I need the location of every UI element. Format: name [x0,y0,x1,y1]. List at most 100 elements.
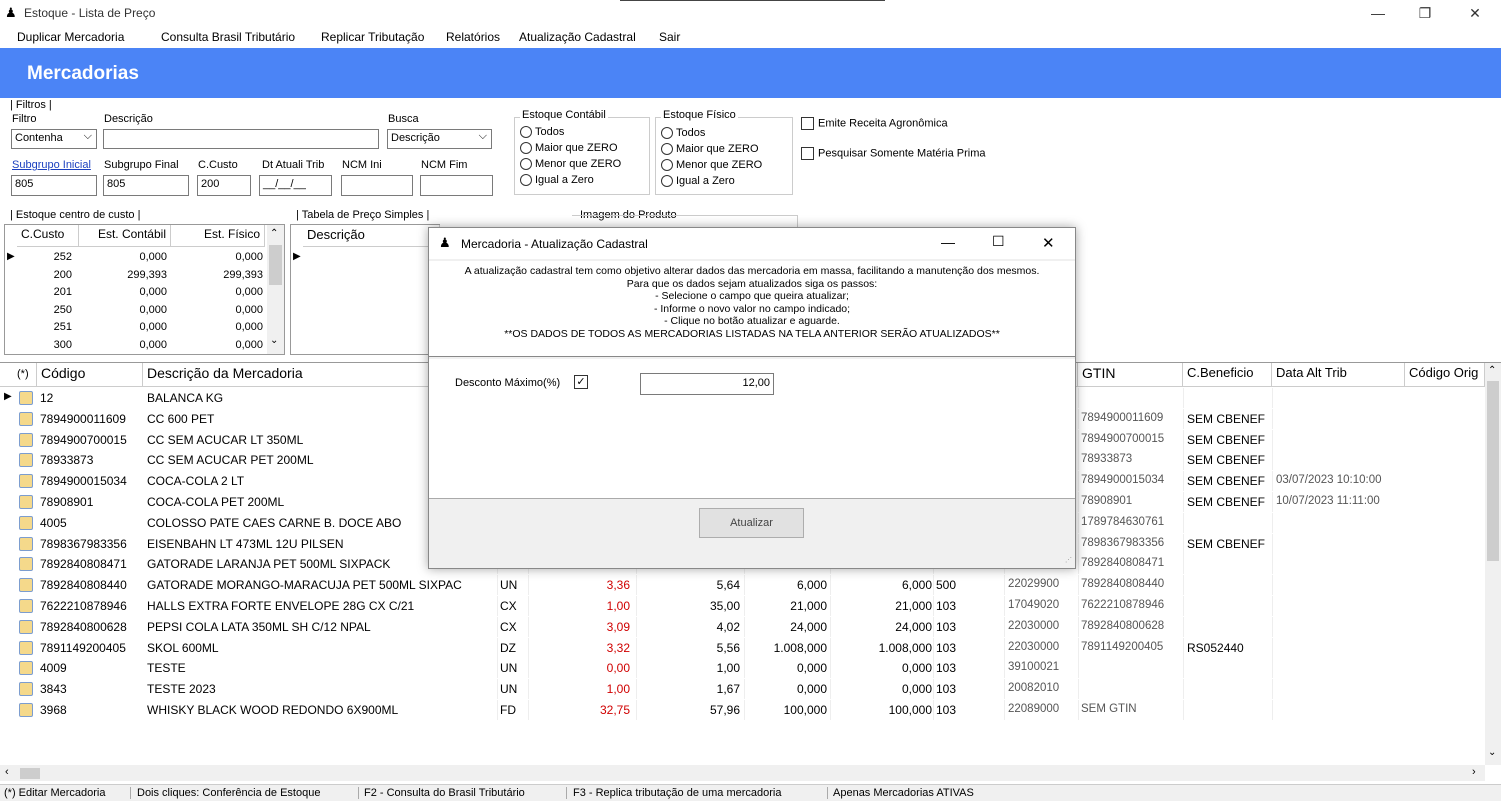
scroll-thumb[interactable] [269,245,282,285]
edit-pencil-icon[interactable] [19,682,33,697]
horizontal-scrollbar[interactable]: ‹ › [0,765,1485,781]
physical-radio-greater-zero[interactable]: Maior que ZERO [661,143,759,156]
cell-divider [636,596,637,616]
max-discount-checkbox[interactable]: ✓ [574,375,588,389]
menu-atualizacao-cadastral[interactable]: Atualização Cadastral [519,30,636,44]
ncm-start-input[interactable] [341,175,413,196]
menu-relatorios[interactable]: Relatórios [446,30,500,44]
accounting-radio-greater-zero[interactable]: Maior que ZERO [520,142,618,155]
ncm-end-label: NCM Fim [421,159,468,171]
vertical-scrollbar[interactable]: ⌃ ⌄ [1485,363,1501,765]
subgroup-start-label[interactable]: Subgrupo Inicial [12,159,91,171]
table-row[interactable]: 7892840800628 PEPSI COLA LATA 350ML SH C/… [0,616,1485,637]
table-row[interactable]: 7622210878946 HALLS EXTRA FORTE ENVELOPE … [0,596,1485,616]
edit-pencil-icon[interactable] [19,411,33,426]
scroll-down-icon[interactable]: ⌄ [270,335,278,346]
edit-pencil-icon[interactable] [19,557,33,572]
edit-pencil-icon[interactable] [19,391,33,405]
cell-divider [1272,596,1273,616]
col-gtin[interactable]: GTIN [1078,363,1183,387]
col-data-alt-trib[interactable]: Data Alt Trib [1272,363,1405,387]
cell-divider [830,679,831,700]
scroll-down-icon[interactable]: ⌄ [1488,747,1496,758]
dialog-minimize-button[interactable]: — [941,234,955,250]
dialog-close-button[interactable]: ✕ [1042,234,1055,252]
subgroup-end-input[interactable]: 805 [103,175,189,196]
cc-scrollbar[interactable]: ⌃ ⌄ [267,225,284,354]
edit-pencil-icon[interactable] [19,495,33,509]
cell-divider [1004,658,1005,679]
edit-pencil-icon[interactable] [19,474,33,489]
table-row[interactable]: 3843 TESTE 2023 UN 1,00 1,67 0,000 0,000 103 200… [0,679,1485,700]
edit-pencil-icon[interactable] [19,536,33,551]
cell-divider [1004,575,1005,596]
table-row[interactable]: 7891149200405 SKOL 600ML DZ 3,32 5,56 1.008,0… [0,637,1485,658]
col-codigo-orig[interactable]: Código Orig [1405,363,1485,387]
cc-row[interactable]: 200 299,393 299,393 [17,267,265,284]
cc-row[interactable]: 201 0,000 0,000 [17,284,265,301]
filter-select[interactable]: Contenha [11,129,97,149]
table-row[interactable]: 4009 TESTE UN 0,00 1,00 0,000 0,000 103 39100021 [0,658,1485,679]
physical-stock-legend: Estoque Físico [661,109,738,121]
table-row[interactable]: 3968 WHISKY BLACK WOOD REDONDO 6X900ML FD 3… [0,700,1485,720]
cc-row[interactable]: 300 0,000 0,000 [17,337,265,354]
description-input[interactable] [103,129,379,149]
menu-sair[interactable]: Sair [659,30,680,44]
info-line-1: A atualização cadastral tem como objetiv… [464,265,1040,277]
edit-pencil-icon[interactable] [19,453,33,468]
scroll-left-icon[interactable]: ‹ [5,766,9,778]
physical-radio-equal-zero[interactable]: Igual a Zero [661,175,735,188]
scroll-right-icon[interactable]: › [1472,766,1476,778]
cc-row[interactable]: 250 0,000 0,000 [17,302,265,319]
edit-pencil-icon[interactable] [19,578,33,593]
scroll-thumb[interactable] [20,768,40,779]
table-row[interactable]: 7892840808440 GATORADE MORANGO-MARACUJA P… [0,575,1485,596]
raw-material-checkbox[interactable]: Pesquisar Somente Matéria Prima [801,147,986,160]
update-button[interactable]: Atualizar [699,508,804,538]
minimize-button[interactable]: — [1355,2,1401,24]
cell-gtin: 78933873 [1081,453,1133,466]
accounting-radio-less-zero[interactable]: Menor que ZERO [520,158,621,171]
close-button[interactable]: ✕ [1452,2,1498,24]
price-table-grid[interactable]: Descrição ▶ [290,224,440,355]
edit-pencil-icon[interactable] [19,703,33,717]
cost-center-stock-grid[interactable]: C.Custo Est. Contábil Est. Físico ▶ 252 0… [4,224,285,355]
cc-row[interactable]: 252 0,000 0,000 [17,249,265,266]
restore-button[interactable]: ❐ [1402,2,1448,24]
agronomic-prescription-checkbox[interactable]: Emite Receita Agronômica [801,117,948,130]
search-by-select[interactable]: Descrição [387,129,492,149]
scroll-up-icon[interactable]: ⌃ [1488,365,1496,376]
physical-radio-all[interactable]: Todos [661,127,705,140]
edit-pencil-icon[interactable] [19,515,33,530]
physical-radio-less-zero[interactable]: Menor que ZERO [661,159,762,172]
accounting-radio-all[interactable]: Todos [520,126,564,139]
resize-grip-icon[interactable]: ⋰ [1065,556,1072,564]
cc-row[interactable]: 251 0,000 0,000 [17,319,265,336]
cell-divider [636,616,637,637]
menu-duplicar-mercadoria[interactable]: Duplicar Mercadoria [17,30,124,44]
cost-center-input[interactable]: 200 [197,175,251,196]
max-discount-input[interactable]: 12,00 [640,373,774,395]
cell-grupo: 103 [936,619,957,634]
menu-consulta-brasil-tributario[interactable]: Consulta Brasil Tributário [161,30,295,44]
tax-update-date-input[interactable]: __/__/__ [259,175,332,196]
edit-pencil-icon[interactable] [19,619,33,634]
cell-divider [744,658,745,679]
col-codigo[interactable]: Código [37,363,143,387]
edit-pencil-icon[interactable] [19,599,33,613]
edit-pencil-icon[interactable] [19,661,33,676]
scroll-thumb[interactable] [1487,381,1499,561]
ncm-end-input[interactable] [420,175,493,196]
cell-venda: 35,00 [709,599,740,613]
accounting-radio-equal-zero[interactable]: Igual a Zero [520,174,594,187]
cell-divider [933,637,934,658]
scroll-up-icon[interactable]: ⌃ [270,228,278,239]
dialog-maximize-button[interactable]: ☐ [992,233,1005,250]
subgroup-start-input[interactable]: 805 [11,175,97,196]
menu-replicar-tributacao[interactable]: Replicar Tributação [321,30,424,44]
edit-pencil-icon[interactable] [19,432,33,447]
col-cbenef[interactable]: C.Beneficio [1183,363,1272,387]
cell-divider [830,575,831,596]
cell-divider [1078,408,1079,429]
edit-pencil-icon[interactable] [19,640,33,655]
